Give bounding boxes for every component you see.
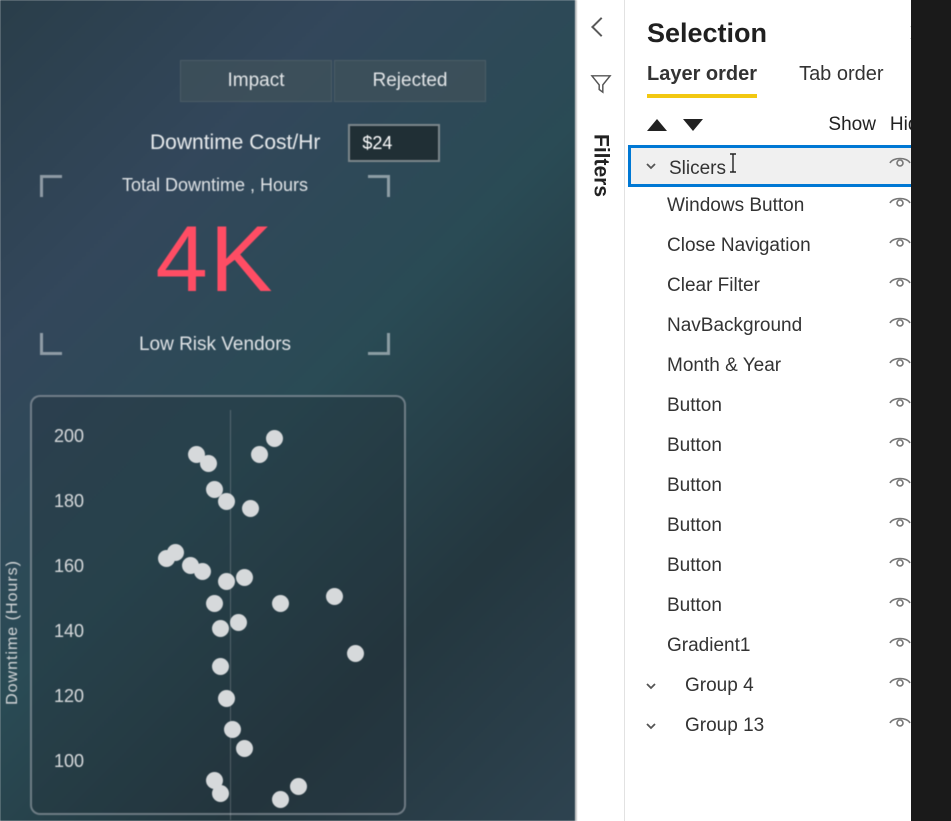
visibility-icon[interactable] (889, 355, 911, 377)
dashboard-tab-impact[interactable]: Impact (180, 60, 332, 102)
layer-item[interactable]: Button··· (629, 466, 947, 506)
scatter-point (200, 455, 217, 472)
visibility-icon[interactable] (889, 675, 911, 697)
visibility-icon[interactable] (889, 235, 911, 257)
scatter-point (326, 588, 343, 605)
scatter-point (347, 645, 364, 662)
kpi-value: 4K (40, 205, 390, 313)
scatter-point (290, 778, 307, 795)
layer-item[interactable]: Gradient1··· (629, 626, 947, 666)
downtime-cost-value[interactable]: $24 (348, 124, 440, 162)
visibility-icon[interactable] (889, 715, 911, 737)
layer-item-label: Windows Button (667, 195, 885, 217)
layer-list: Slicers···Windows Button···Close Navigat… (629, 146, 947, 746)
dashboard-tab-rejected[interactable]: Rejected (334, 60, 486, 102)
report-canvas[interactable]: Impact Rejected Downtime Cost/Hr $24 Tot… (0, 0, 577, 821)
visibility-icon[interactable] (889, 475, 911, 497)
scatter-point (194, 563, 211, 580)
scatter-point (236, 740, 253, 757)
tab-layer-order[interactable]: Layer order (647, 63, 757, 98)
layer-item[interactable]: Close Navigation··· (629, 226, 947, 266)
text-cursor-icon (726, 158, 740, 179)
layer-item-label: NavBackground (667, 315, 885, 337)
layer-item[interactable]: NavBackground··· (629, 306, 947, 346)
right-edge-strip (911, 0, 951, 821)
kpi-card[interactable]: Total Downtime , Hours 4K Low Risk Vendo… (40, 175, 390, 355)
kpi-title: Total Downtime , Hours (40, 175, 390, 196)
visibility-icon[interactable] (889, 515, 911, 537)
visibility-icon[interactable] (889, 395, 911, 417)
y-axis-ticks: 200 180 160 140 120 100 (48, 426, 84, 772)
layer-item[interactable]: Clear Filter··· (629, 266, 947, 306)
layer-item-label: Button (667, 555, 885, 577)
move-down-icon[interactable] (683, 119, 703, 131)
scatter-point (206, 595, 223, 612)
layer-item-label: Clear Filter (667, 275, 885, 297)
scatter-point (242, 500, 259, 517)
layer-item-label: Close Navigation (667, 235, 885, 257)
show-all-button[interactable]: Show (828, 114, 876, 136)
selection-pane: Selection ✕ Layer order Tab order Show H… (625, 0, 951, 821)
layer-item[interactable]: Slicers··· (629, 146, 947, 186)
y-axis-label: Downtime (Hours) (4, 560, 22, 705)
layer-item-label: Button (667, 595, 885, 617)
scatter-point (218, 690, 235, 707)
filter-icon[interactable] (590, 74, 612, 94)
selection-pane-title: Selection (647, 18, 767, 49)
visibility-icon[interactable] (889, 155, 911, 177)
layer-item[interactable]: Button··· (629, 386, 947, 426)
visibility-icon[interactable] (889, 195, 911, 217)
visibility-icon[interactable] (889, 275, 911, 297)
layer-item-label: Group 13 (667, 715, 885, 737)
layer-item[interactable]: Windows Button··· (629, 186, 947, 226)
scatter-point (212, 620, 229, 637)
scatter-point (272, 791, 289, 808)
kpi-footer: Low Risk Vendors (40, 334, 390, 356)
visibility-icon[interactable] (889, 315, 911, 337)
scatter-point (212, 658, 229, 675)
scatter-point (218, 493, 235, 510)
visibility-icon[interactable] (889, 635, 911, 657)
scatter-point (167, 544, 184, 561)
layer-item-label: Month & Year (667, 355, 885, 377)
layer-item[interactable]: Button··· (629, 586, 947, 626)
layer-item[interactable]: Button··· (629, 426, 947, 466)
layer-item-label: Button (667, 475, 885, 497)
downtime-cost-label: Downtime Cost/Hr (150, 131, 320, 155)
layer-item[interactable]: Button··· (629, 506, 947, 546)
scatter-point (272, 595, 289, 612)
scatter-point (218, 573, 235, 590)
scatter-point (230, 614, 247, 631)
scatter-point (224, 721, 241, 738)
scatter-point (236, 569, 253, 586)
layer-item-label: Group 4 (667, 675, 885, 697)
layer-item[interactable]: Group 4··· (629, 666, 947, 706)
layer-item[interactable]: Button··· (629, 546, 947, 586)
visibility-icon[interactable] (889, 435, 911, 457)
layer-item-label: Button (667, 435, 885, 457)
layer-item-label: Button (667, 515, 885, 537)
layer-item-label: Button (667, 395, 885, 417)
chevron-down-icon[interactable] (641, 679, 661, 693)
tab-tab-order[interactable]: Tab order (799, 63, 884, 98)
layer-item-label: Slicers (667, 152, 885, 180)
move-up-icon[interactable] (647, 119, 667, 131)
scatter-point (212, 785, 229, 802)
layer-item-label: Gradient1 (667, 635, 885, 657)
scatter-point (251, 446, 268, 463)
visibility-icon[interactable] (889, 555, 911, 577)
layer-item[interactable]: Month & Year··· (629, 346, 947, 386)
visibility-icon[interactable] (889, 595, 911, 617)
chevron-left-icon[interactable] (591, 17, 611, 37)
filters-pane-collapsed[interactable]: Filters (577, 0, 625, 821)
scatter-point (266, 430, 283, 447)
scatter-plot-area (92, 410, 392, 810)
layer-item[interactable]: Group 13··· (629, 706, 947, 746)
filters-label: Filters (589, 134, 613, 197)
chevron-down-icon[interactable] (641, 159, 661, 173)
chevron-down-icon[interactable] (641, 719, 661, 733)
